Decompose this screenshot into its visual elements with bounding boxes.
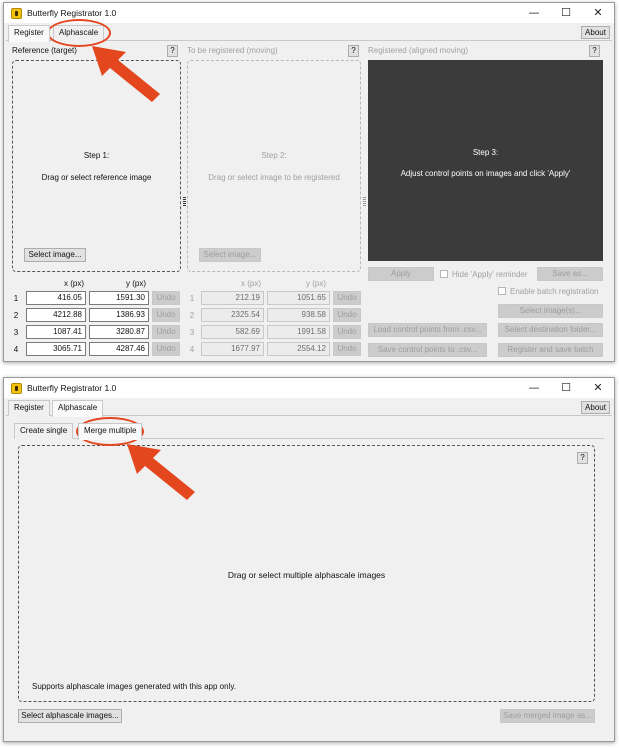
registered-help-button[interactable]: ? xyxy=(589,45,600,57)
mov-x-input[interactable]: 2325.54 xyxy=(201,308,264,322)
select-images-button[interactable]: Select image(s)... xyxy=(498,304,603,318)
window-title: Butterfly Registrator 1.0 xyxy=(27,383,117,393)
mov-row-number: 2 xyxy=(189,311,195,320)
splitter-handle[interactable] xyxy=(363,197,366,206)
registered-header: Registered (aligned moving) xyxy=(368,46,469,55)
minimize-button[interactable]: — xyxy=(518,3,550,23)
ref-x-input[interactable]: 3065.71 xyxy=(26,342,86,356)
mov-undo-button[interactable]: Undo xyxy=(333,342,361,356)
mov-undo-button[interactable]: Undo xyxy=(333,291,361,305)
select-moving-button[interactable]: Select image... xyxy=(199,248,261,262)
save-as-button[interactable]: Save as... xyxy=(537,267,603,281)
register-batch-button[interactable]: Register and save batch xyxy=(498,343,603,357)
ref-undo-button[interactable]: Undo xyxy=(152,291,180,305)
close-button[interactable]: ✕ xyxy=(582,378,614,398)
title-bar[interactable]: Butterfly Registrator 1.0 — ☐ ✕ xyxy=(4,3,614,23)
tab-alphascale[interactable]: Alphascale xyxy=(52,400,104,417)
alphascale-help-button[interactable]: ? xyxy=(577,452,588,464)
main-tabs: Register Alphascale About xyxy=(4,400,614,417)
title-bar[interactable]: Butterfly Registrator 1.0 — ☐ ✕ xyxy=(4,378,614,398)
tab-merge-multiple[interactable]: Merge multiple xyxy=(78,423,143,440)
maximize-button[interactable]: ☐ xyxy=(550,3,582,23)
apply-button[interactable]: Apply xyxy=(368,267,434,281)
mov-y-input[interactable]: 1991.58 xyxy=(267,325,330,339)
save-control-points-button[interactable]: Save control points to .csv... xyxy=(368,343,487,357)
mov-row-number: 4 xyxy=(189,345,195,354)
tab-register[interactable]: Register xyxy=(8,400,50,416)
about-button[interactable]: About xyxy=(581,401,610,414)
enable-batch-label: Enable batch registration xyxy=(510,287,599,296)
arrow-annotation xyxy=(127,444,195,500)
mov-x-input[interactable]: 582.69 xyxy=(201,325,264,339)
ref-x-input[interactable]: 416.05 xyxy=(26,291,86,305)
ref-y-input[interactable]: 4287.46 xyxy=(89,342,149,356)
mov-x-input[interactable]: 1677.97 xyxy=(201,342,264,356)
reference-header: Reference (target) xyxy=(12,46,77,55)
ref-x-input[interactable]: 4212.88 xyxy=(26,308,86,322)
registered-preview: Step 3: Adjust control points on images … xyxy=(368,60,603,261)
alphascale-note: Supports alphascale images generated wit… xyxy=(32,682,236,691)
ref-col-y: y (px) xyxy=(126,279,146,288)
ref-y-input[interactable]: 1386.93 xyxy=(89,308,149,322)
ref-col-x: x (px) xyxy=(64,279,84,288)
ref-y-input[interactable]: 3280.87 xyxy=(89,325,149,339)
mov-y-input[interactable]: 938.58 xyxy=(267,308,330,322)
about-button[interactable]: About xyxy=(581,26,610,39)
mov-undo-button[interactable]: Undo xyxy=(333,325,361,339)
select-alphascale-button[interactable]: Select alphascale images... xyxy=(18,709,122,723)
close-button[interactable]: ✕ xyxy=(582,3,614,23)
mov-undo-button[interactable]: Undo xyxy=(333,308,361,322)
mov-y-input[interactable]: 1051.65 xyxy=(267,291,330,305)
tab-create-single[interactable]: Create single xyxy=(14,423,74,439)
registered-step-label: Step 3: xyxy=(472,148,499,157)
alphascale-drop-text: Drag or select multiple alphascale image… xyxy=(227,570,386,580)
window-title: Butterfly Registrator 1.0 xyxy=(27,8,117,18)
mov-row-number: 3 xyxy=(189,328,195,337)
butterfly-app-icon xyxy=(11,8,22,19)
hide-apply-label: Hide 'Apply' reminder xyxy=(452,270,528,279)
select-reference-button[interactable]: Select image... xyxy=(24,248,86,262)
mov-y-input[interactable]: 2554.12 xyxy=(267,342,330,356)
moving-step-label: Step 2: xyxy=(261,151,287,160)
alphascale-subtabs: Create single Merge multiple xyxy=(12,423,606,440)
moving-header: To be registered (moving) xyxy=(187,46,278,55)
ref-undo-button[interactable]: Undo xyxy=(152,342,180,356)
ref-row-number: 1 xyxy=(13,294,19,303)
reference-step-label: Step 1: xyxy=(83,151,110,160)
select-destination-button[interactable]: Select destination folder... xyxy=(498,323,603,337)
minimize-button[interactable]: — xyxy=(518,378,550,398)
mov-col-x: x (px) xyxy=(241,279,261,288)
moving-help-button[interactable]: ? xyxy=(348,45,359,57)
reference-instruction: Drag or select reference image xyxy=(41,173,152,182)
ref-undo-button[interactable]: Undo xyxy=(152,325,180,339)
tab-register[interactable]: Register xyxy=(8,25,50,42)
ref-row-number: 3 xyxy=(13,328,19,337)
butterfly-app-icon xyxy=(11,383,22,394)
ref-row-number: 4 xyxy=(13,345,19,354)
moving-drop-zone[interactable]: Step 2: Drag or select image to be regis… xyxy=(187,60,361,272)
ref-y-input[interactable]: 1591.30 xyxy=(89,291,149,305)
moving-instruction: Drag or select image to be registered xyxy=(208,173,340,182)
mov-x-input[interactable]: 212.19 xyxy=(201,291,264,305)
save-merged-button[interactable]: Save merged image as... xyxy=(500,709,595,723)
maximize-button[interactable]: ☐ xyxy=(550,378,582,398)
hide-apply-checkbox[interactable] xyxy=(440,270,448,278)
ref-x-input[interactable]: 1087.41 xyxy=(26,325,86,339)
alphascale-drop-zone[interactable]: ? Drag or select multiple alphascale ima… xyxy=(18,445,595,702)
splitter-handle[interactable] xyxy=(183,197,186,206)
register-window: Butterfly Registrator 1.0 — ☐ ✕ Register… xyxy=(3,2,615,362)
mov-row-number: 1 xyxy=(189,294,195,303)
ref-undo-button[interactable]: Undo xyxy=(152,308,180,322)
reference-help-button[interactable]: ? xyxy=(167,45,178,57)
load-control-points-button[interactable]: Load control points from .csv... xyxy=(368,323,487,337)
mov-col-y: y (px) xyxy=(306,279,326,288)
enable-batch-checkbox[interactable] xyxy=(498,287,506,295)
ref-row-number: 2 xyxy=(13,311,19,320)
arrow-annotation xyxy=(92,46,160,102)
alphascale-window: Butterfly Registrator 1.0 — ☐ ✕ Register… xyxy=(3,377,615,742)
registered-instruction: Adjust control points on images and clic… xyxy=(400,169,571,178)
